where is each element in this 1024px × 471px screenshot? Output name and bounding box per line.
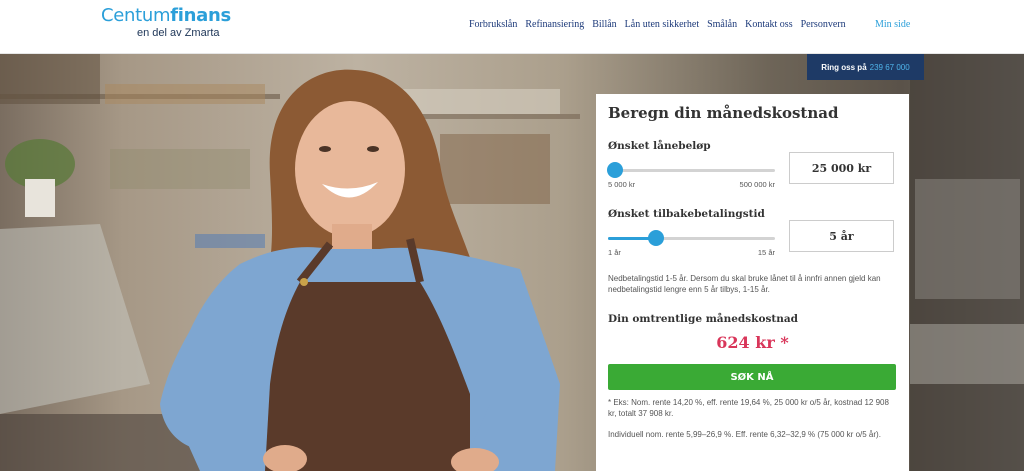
site-header: Centumfinans en del av Zmarta Forbrukslå…	[0, 0, 1024, 54]
main-nav: Forbrukslån Refinansiering Billån Lån ut…	[469, 19, 854, 30]
monthly-cost-value: 624 kr *	[716, 333, 789, 352]
term-note: Nedbetalingstid 1-5 år. Dersom du skal b…	[608, 274, 881, 294]
min-side-link[interactable]: Min side	[875, 19, 910, 30]
amount-max: 500 000 kr	[739, 180, 775, 189]
term-min: 1 år	[608, 248, 621, 257]
amount-min: 5 000 kr	[608, 180, 636, 189]
term-label: Ønsket tilbakebetalingstid	[608, 208, 765, 220]
nav-personvern[interactable]: Personvern	[801, 19, 846, 30]
term-slider-handle[interactable]	[648, 230, 665, 246]
logo-wordmark: Centumfinans	[101, 5, 231, 26]
nav-lan-uten-sikkerhet[interactable]: Lån uten sikkerhet	[625, 19, 699, 30]
nav-smalan[interactable]: Smålån	[707, 19, 737, 30]
amount-label: Ønsket lånebeløp	[608, 140, 711, 152]
call-us-badge[interactable]: Ring oss på 239 67 000	[807, 54, 924, 80]
cost-label: Din omtrentlige månedskostnad	[608, 313, 798, 325]
term-slider[interactable]	[608, 230, 775, 246]
term-input[interactable]: 5 år	[789, 220, 894, 252]
nav-refinansiering[interactable]: Refinansiering	[525, 19, 584, 30]
amount-range: 5 000 kr 500 000 kr	[608, 180, 775, 189]
amount-slider-track	[608, 169, 775, 172]
nav-kontakt-oss[interactable]: Kontakt oss	[745, 19, 793, 30]
nav-billan[interactable]: Billån	[592, 19, 616, 30]
term-max: 15 år	[757, 248, 775, 257]
amount-input[interactable]: 25 000 kr	[789, 152, 894, 184]
nav-forbrukslan[interactable]: Forbrukslån	[469, 19, 517, 30]
loan-calculator: Beregn din månedskostnad Ønsket lånebelø…	[596, 94, 909, 471]
call-us-number: 239 67 000	[869, 62, 910, 72]
calculator-title: Beregn din månedskostnad	[608, 104, 839, 122]
interest-note: Individuell nom. rente 5,99–26,9 %. Eff.…	[608, 430, 881, 439]
example-note: * Eks: Nom. rente 14,20 %, eff. rente 19…	[608, 398, 889, 418]
amount-slider-handle[interactable]	[606, 162, 623, 178]
apply-now-button[interactable]: SØK NÅ	[608, 364, 896, 390]
logo-tagline: en del av Zmarta	[137, 27, 220, 39]
term-range: 1 år 15 år	[608, 248, 775, 257]
call-us-label: Ring oss på	[821, 62, 867, 72]
amount-slider[interactable]	[606, 162, 775, 178]
centumfinans-logo[interactable]: Centumfinans en del av Zmarta	[101, 6, 231, 40]
